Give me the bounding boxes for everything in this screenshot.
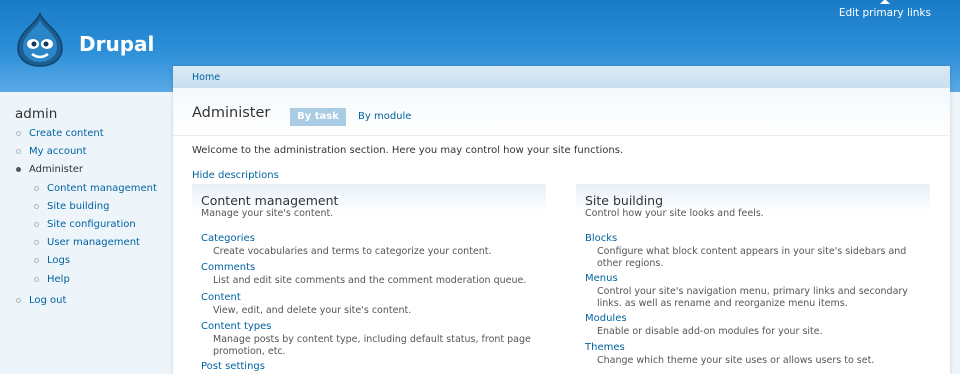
admin-entry-comments: Comments List and edit site comments and…: [201, 262, 541, 287]
sidebar-item-label[interactable]: Create content: [29, 128, 104, 139]
sidebar-item-label[interactable]: User management: [47, 237, 140, 248]
sidebar: admin Create content My account Administ…: [0, 92, 172, 374]
site-name[interactable]: Drupal: [79, 32, 154, 56]
entry-link[interactable]: Themes: [585, 342, 925, 353]
section-description: Manage your site's content.: [201, 208, 334, 219]
entry-description: Manage posts by content type, including …: [213, 334, 531, 357]
bullet-icon: [34, 240, 39, 245]
page-title: Administer: [192, 105, 271, 121]
admin-entry-content-types: Content types Manage posts by content ty…: [201, 321, 541, 357]
entry-link[interactable]: Menus: [585, 273, 925, 284]
entry-description: Control your site's navigation menu, pri…: [597, 286, 908, 309]
bullet-icon: [34, 222, 39, 227]
bullet-icon: [16, 167, 21, 172]
breadcrumb-bar: Home: [173, 66, 950, 88]
section-site-building: Site building Control how your site look…: [576, 184, 930, 374]
entry-link[interactable]: Content types: [201, 321, 541, 332]
entry-link[interactable]: Comments: [201, 262, 541, 273]
entry-link[interactable]: Categories: [201, 233, 541, 244]
entry-link[interactable]: Blocks: [585, 233, 925, 244]
admin-entry-menus: Menus Control your site's navigation men…: [585, 273, 925, 309]
sidebar-item-label[interactable]: Site configuration: [47, 219, 136, 230]
sidebar-item-label[interactable]: Logs: [47, 255, 70, 266]
sidebar-username: admin: [15, 106, 58, 122]
bullet-icon: [34, 186, 39, 191]
sidebar-item-label[interactable]: Help: [47, 274, 70, 285]
entry-description: View, edit, and delete your site's conte…: [213, 305, 412, 316]
bullet-icon: [16, 298, 21, 303]
entry-link[interactable]: Content: [201, 292, 541, 303]
edit-primary-links-link[interactable]: Edit primary links: [839, 0, 931, 19]
section-content-management: Content management Manage your site's co…: [192, 184, 546, 374]
entry-description: Enable or disable add-on modules for you…: [597, 326, 823, 337]
entry-link[interactable]: Modules: [585, 313, 925, 324]
entry-description: Create vocabularies and terms to categor…: [213, 246, 492, 257]
hide-descriptions-link[interactable]: Hide descriptions: [192, 170, 279, 181]
entry-description: List and edit site comments and the comm…: [213, 275, 527, 286]
sidebar-item-label[interactable]: Administer: [29, 164, 83, 175]
sidebar-item-label[interactable]: Content management: [47, 183, 157, 194]
breadcrumb-home-link[interactable]: Home: [192, 72, 220, 83]
sidebar-item-label[interactable]: Log out: [29, 295, 66, 306]
entry-description: Change which theme your site uses or all…: [597, 355, 875, 366]
admin-entry-blocks: Blocks Configure what block content appe…: [585, 233, 925, 269]
admin-entry-content: Content View, edit, and delete your site…: [201, 292, 541, 317]
entry-description: Configure what block content appears in …: [597, 246, 907, 269]
bullet-icon: [34, 277, 39, 282]
entry-link[interactable]: Post settings: [201, 361, 541, 372]
sidebar-item-label[interactable]: My account: [29, 146, 87, 157]
admin-entry-post-settings: Post settings: [201, 361, 541, 372]
main-content: Home Administer By task By module Welcom…: [173, 66, 950, 374]
bullet-icon: [16, 131, 21, 136]
section-description: Control how your site looks and feels.: [585, 208, 764, 219]
bullet-icon: [16, 149, 21, 154]
bullet-icon: [34, 204, 39, 209]
sidebar-item-label[interactable]: Site building: [47, 201, 109, 212]
welcome-text: Welcome to the administration section. H…: [192, 145, 624, 156]
bullet-icon: [34, 258, 39, 263]
admin-entry-themes: Themes Change which theme your site uses…: [585, 342, 925, 367]
title-area: Administer By task By module: [173, 88, 950, 136]
admin-entry-modules: Modules Enable or disable add-on modules…: [585, 313, 925, 338]
tab-by-module[interactable]: By module: [358, 111, 411, 122]
tab-by-task[interactable]: By task: [290, 108, 346, 126]
admin-entry-categories: Categories Create vocabularies and terms…: [201, 233, 541, 258]
drupal-logo[interactable]: [14, 11, 66, 68]
